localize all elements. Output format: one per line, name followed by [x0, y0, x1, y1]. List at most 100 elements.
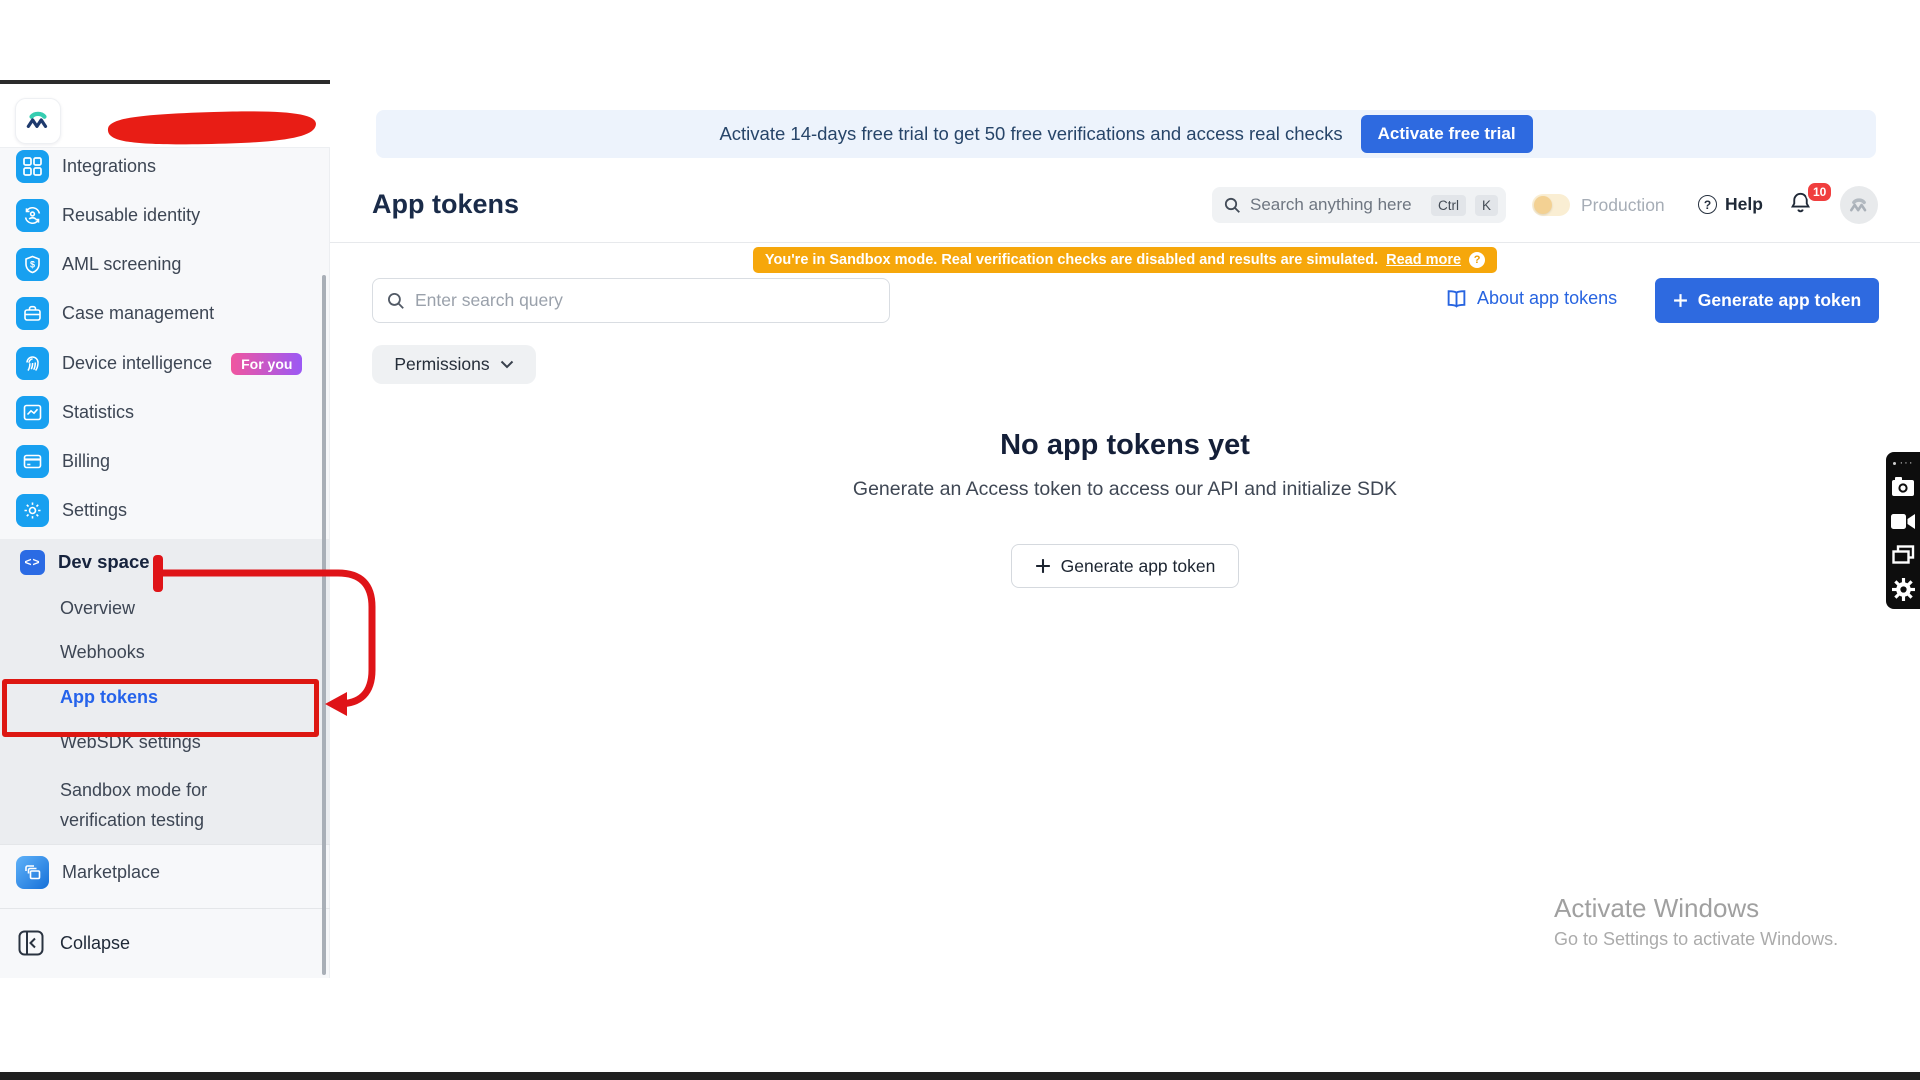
copy-capture-button[interactable]	[1886, 538, 1920, 572]
toggle-knob	[1534, 196, 1552, 214]
sidebar-item-label: Integrations	[62, 156, 156, 177]
for-you-badge: For you	[231, 353, 302, 375]
empty-state-subtitle: Generate an Access token to access our A…	[853, 478, 1397, 501]
fingerprint-icon	[16, 347, 49, 380]
collapse-label: Collapse	[60, 933, 130, 954]
sidebar-item-label: Reusable identity	[62, 205, 200, 226]
sidebar-item-billing[interactable]: Billing	[16, 445, 110, 478]
logo-mascot-icon	[23, 106, 53, 136]
activate-free-trial-button[interactable]: Activate free trial	[1361, 115, 1533, 153]
capture-settings-button[interactable]	[1886, 572, 1920, 606]
empty-state: No app tokens yet Generate an Access tok…	[330, 429, 1920, 588]
global-search-input[interactable]	[1250, 195, 1422, 215]
integrations-icon	[16, 150, 49, 183]
global-search[interactable]: Ctrl K	[1212, 187, 1506, 223]
shield-dollar-icon: $	[16, 248, 49, 281]
production-toggle[interactable]	[1532, 194, 1570, 216]
sidebar-item-case-management[interactable]: Case management	[16, 297, 214, 330]
sidebar-item-reusable-identity[interactable]: Reusable identity	[16, 199, 200, 232]
search-icon	[387, 292, 405, 310]
gear-icon	[16, 494, 49, 527]
company-logo[interactable]	[15, 98, 61, 144]
activate-windows-watermark: Activate Windows	[1554, 893, 1759, 924]
about-app-tokens-link[interactable]: About app tokens	[1446, 288, 1617, 309]
sidebar-item-integrations[interactable]: Integrations	[16, 150, 156, 183]
sidebar-item-label: AML screening	[62, 254, 181, 275]
avatar-mascot-icon	[1847, 193, 1871, 217]
activate-windows-watermark-subtitle: Go to Settings to activate Windows.	[1554, 929, 1838, 950]
stacked-windows-icon	[1892, 545, 1915, 565]
sidebar-item-marketplace[interactable]: Marketplace	[16, 856, 160, 889]
k-keycap: K	[1475, 195, 1498, 216]
notifications-button[interactable]: 10	[1788, 190, 1813, 221]
help-button[interactable]: ? Help	[1698, 194, 1763, 215]
dot-icon	[1893, 462, 1896, 465]
book-icon	[1446, 289, 1467, 308]
trial-banner: Activate 14-days free trial to get 50 fr…	[376, 110, 1876, 158]
read-more-link[interactable]: Read more	[1386, 252, 1461, 268]
empty-state-title: No app tokens yet	[1000, 429, 1250, 462]
ctrl-keycap: Ctrl	[1431, 195, 1466, 216]
permissions-filter[interactable]: Permissions	[372, 345, 536, 384]
briefcase-icon	[16, 297, 49, 330]
credit-card-icon	[16, 445, 49, 478]
sidebar-item-label: Device intelligence	[62, 353, 212, 374]
sidebar-top-edge	[0, 80, 330, 84]
production-label: Production	[1581, 195, 1665, 216]
sidebar-item-label: Dev space	[58, 551, 150, 573]
camera-icon	[1891, 476, 1915, 498]
sandbox-mode-banner: You're in Sandbox mode. Real verificatio…	[753, 247, 1497, 273]
generate-app-token-empty-button[interactable]: Generate app token	[1011, 544, 1239, 588]
question-icon: ?	[1698, 195, 1717, 214]
code-icon: <>	[20, 550, 45, 575]
sandbox-banner-text: You're in Sandbox mode. Real verificatio…	[765, 252, 1378, 268]
chevron-down-icon	[500, 360, 514, 369]
token-search-input[interactable]	[415, 290, 875, 311]
gear-icon	[1892, 578, 1915, 601]
marketplace-icon	[16, 856, 49, 889]
annotation-redacted-name-scribble	[104, 107, 321, 149]
sidebar-item-sandbox-mode[interactable]: Sandbox mode for verification testing	[60, 775, 272, 835]
generate-app-token-button[interactable]: Generate app token	[1655, 278, 1879, 323]
avatar[interactable]	[1840, 186, 1878, 224]
svg-text:$: $	[30, 260, 35, 270]
trial-banner-text: Activate 14-days free trial to get 50 fr…	[719, 123, 1342, 145]
sidebar-item-aml-screening[interactable]: $ AML screening	[16, 248, 181, 281]
capture-toolbar-handle[interactable]: ···	[1893, 456, 1914, 470]
question-icon[interactable]: ?	[1469, 252, 1485, 268]
page-title: App tokens	[372, 189, 519, 220]
sidebar-item-settings[interactable]: Settings	[16, 494, 127, 527]
record-video-button[interactable]	[1886, 504, 1920, 538]
sidebar-item-statistics[interactable]: Statistics	[16, 396, 134, 429]
sidebar-item-dev-space[interactable]: <> Dev space	[20, 549, 150, 575]
sidebar-item-label: Case management	[62, 303, 214, 324]
permissions-filter-label: Permissions	[394, 354, 489, 375]
sidebar-item-label: Billing	[62, 451, 110, 472]
reusable-identity-icon	[16, 199, 49, 232]
sidebar-item-device-intelligence[interactable]: Device intelligence For you	[16, 347, 302, 380]
sidebar-item-overview[interactable]: Overview	[60, 598, 135, 619]
screenshot-button[interactable]	[1886, 470, 1920, 504]
sidebar-item-label: Statistics	[62, 402, 134, 423]
video-camera-icon	[1891, 513, 1915, 530]
annotation-arrow	[140, 545, 400, 735]
plus-icon	[1035, 558, 1051, 574]
collapse-sidebar-button[interactable]: Collapse	[18, 928, 130, 958]
sidebar-divider	[0, 908, 330, 909]
chart-icon	[16, 396, 49, 429]
sidebar-item-webhooks[interactable]: Webhooks	[60, 642, 145, 663]
screen-capture-toolbar: ···	[1886, 452, 1920, 609]
bottom-screen-edge	[0, 1072, 1920, 1080]
token-search-field[interactable]	[372, 278, 890, 323]
sidebar-divider	[0, 844, 330, 845]
notification-count-badge: 10	[1806, 181, 1833, 203]
sidebar-item-label: Marketplace	[62, 862, 160, 883]
plus-icon	[1673, 293, 1688, 308]
collapse-panel-icon	[18, 930, 44, 956]
sidebar-item-label: Settings	[62, 500, 127, 521]
help-label: Help	[1725, 194, 1763, 215]
header-divider	[330, 242, 1920, 243]
about-link-label: About app tokens	[1477, 288, 1617, 309]
search-icon	[1224, 197, 1241, 214]
ellipsis-icon: ···	[1900, 460, 1914, 466]
